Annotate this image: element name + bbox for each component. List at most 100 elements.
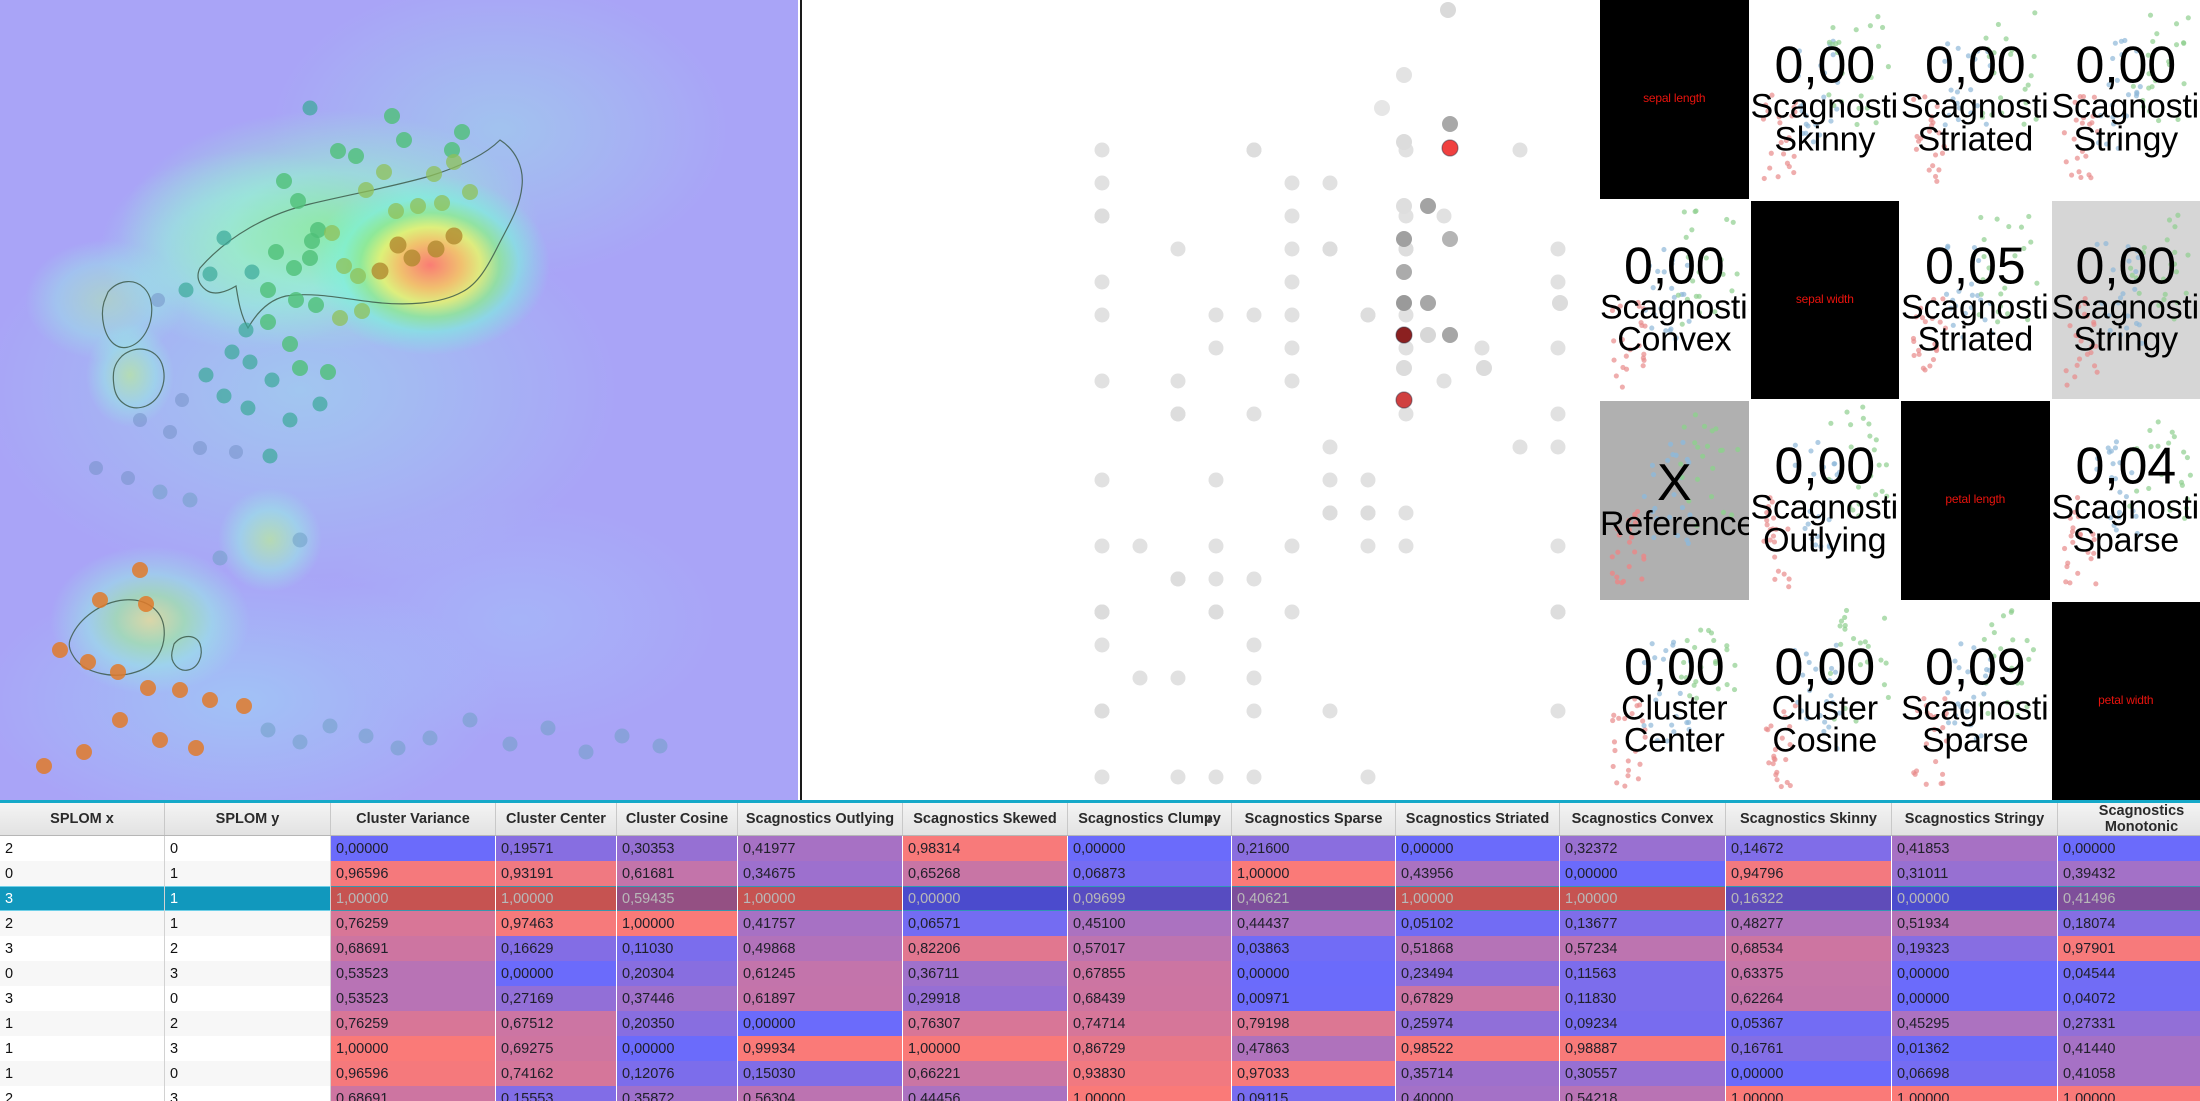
heatmap-point[interactable] bbox=[76, 744, 92, 760]
heatmap-point[interactable] bbox=[540, 720, 556, 736]
splom-cell-r3-c1[interactable]: 0,00 Cluster Cosine bbox=[1750, 601, 1899, 800]
table-cell-value[interactable]: 0,61897 bbox=[737, 986, 903, 1011]
table-cell-value[interactable]: 0,00000 bbox=[616, 1036, 738, 1061]
scatter-point[interactable] bbox=[1550, 340, 1566, 356]
heatmap-point[interactable] bbox=[308, 297, 324, 313]
table-cell-value[interactable]: 0,00000 bbox=[1395, 835, 1560, 861]
table-cell-value[interactable]: 0,27169 bbox=[495, 986, 617, 1011]
heatmap-point[interactable] bbox=[163, 425, 177, 439]
scatter-point[interactable] bbox=[1550, 241, 1566, 257]
table-cell-index[interactable]: 2 bbox=[164, 1011, 331, 1036]
table-cell-index[interactable]: 2 bbox=[164, 936, 331, 961]
table-cell-value[interactable]: 0,57017 bbox=[1067, 936, 1232, 961]
table-cell-value[interactable]: 0,41496 bbox=[2057, 886, 2200, 911]
heatmap-point[interactable] bbox=[260, 722, 276, 738]
heatmap-point[interactable] bbox=[332, 310, 348, 326]
heatmap-point[interactable] bbox=[502, 736, 518, 752]
scatter-point[interactable] bbox=[1246, 406, 1262, 422]
table-cell-index[interactable]: 0 bbox=[164, 835, 331, 861]
heatmap-point[interactable] bbox=[112, 712, 128, 728]
table-cell-value[interactable]: 0,04072 bbox=[2057, 986, 2200, 1011]
scatter-point[interactable] bbox=[1396, 67, 1412, 83]
heatmap-point[interactable] bbox=[350, 268, 366, 284]
scatter-point[interactable] bbox=[1374, 100, 1390, 116]
splom-cell-r2-c1[interactable]: 0,00Scagnostics Outlying bbox=[1750, 401, 1899, 600]
table-cell-value[interactable]: 0,16322 bbox=[1725, 886, 1892, 911]
scatter-point[interactable] bbox=[1208, 340, 1224, 356]
column-header-scagnostics-convex[interactable]: Scagnostics Convex bbox=[1559, 803, 1726, 836]
table-cell-value[interactable]: 0,35714 bbox=[1395, 1061, 1560, 1086]
table-cell-index[interactable]: 1 bbox=[0, 1036, 165, 1061]
table-cell-value[interactable]: 0,19571 bbox=[495, 835, 617, 861]
table-cell-value[interactable]: 0,21600 bbox=[1231, 835, 1396, 861]
column-header-scagnostics-outlying[interactable]: Scagnostics Outlying bbox=[737, 803, 903, 836]
table-cell-value[interactable]: 0,51934 bbox=[1891, 911, 2058, 936]
heatmap-point[interactable] bbox=[236, 698, 252, 714]
scatter-point[interactable] bbox=[1360, 505, 1376, 521]
heatmap-point[interactable] bbox=[262, 448, 278, 464]
table-cell-value[interactable]: 0,61681 bbox=[616, 861, 738, 886]
scatter-point[interactable] bbox=[1284, 307, 1300, 323]
table-cell-value[interactable]: 0,00000 bbox=[495, 961, 617, 986]
scatter-point[interactable] bbox=[1360, 472, 1376, 488]
table-cell-index[interactable]: 0 bbox=[164, 986, 331, 1011]
scatter-point[interactable] bbox=[1396, 360, 1412, 376]
heatmap-point[interactable] bbox=[384, 108, 400, 124]
splom-cell-r0-c2[interactable]: 0,00Scagnostics Striated bbox=[1901, 0, 2050, 199]
table-cell-value[interactable]: 0,20304 bbox=[616, 961, 738, 986]
scatter-point[interactable] bbox=[1550, 538, 1566, 554]
heatmap-point[interactable] bbox=[396, 132, 412, 148]
table-cell-value[interactable]: 0,41977 bbox=[737, 835, 903, 861]
scatter-point[interactable] bbox=[1284, 604, 1300, 620]
heatmap-point[interactable] bbox=[371, 262, 389, 280]
table-cell-value[interactable]: 0,39432 bbox=[2057, 861, 2200, 886]
table-cell-value[interactable]: 1,00000 bbox=[616, 911, 738, 936]
heatmap-point[interactable] bbox=[178, 282, 194, 298]
heatmap-point[interactable] bbox=[403, 249, 421, 267]
table-cell-value[interactable]: 0,66221 bbox=[902, 1061, 1068, 1086]
heatmap-point[interactable] bbox=[238, 322, 254, 338]
scatter-point[interactable] bbox=[1322, 175, 1338, 191]
heatmap-point[interactable] bbox=[358, 182, 374, 198]
heatmap-point[interactable] bbox=[240, 400, 256, 416]
table-cell-value[interactable]: 0,96596 bbox=[330, 861, 496, 886]
heatmap-point[interactable] bbox=[348, 148, 364, 164]
scatter-point[interactable] bbox=[1170, 670, 1186, 686]
scatter-point[interactable] bbox=[1170, 373, 1186, 389]
scatter-point[interactable] bbox=[1512, 439, 1528, 455]
column-header-scagnostics-skinny[interactable]: Scagnostics Skinny bbox=[1725, 803, 1892, 836]
scatter-point[interactable] bbox=[1284, 340, 1300, 356]
table-cell-value[interactable]: 0,93830 bbox=[1067, 1061, 1232, 1086]
scatter-point[interactable] bbox=[1284, 175, 1300, 191]
table-cell-value[interactable]: 0,01362 bbox=[1891, 1036, 2058, 1061]
table-cell-index[interactable]: 0 bbox=[164, 1061, 331, 1086]
table-row[interactable]: 2 1 0,76259 0,97463 1,00000 0,41757 0,06571 0,4… bbox=[0, 911, 2200, 936]
heatmap-point[interactable] bbox=[89, 461, 103, 475]
table-cell-value[interactable]: 0,03863 bbox=[1231, 936, 1396, 961]
table-row[interactable]: 3 2 0,68691 0,16629 0,11030 0,49868 0,82206 0,5… bbox=[0, 936, 2200, 961]
table-cell-value[interactable]: 0,16761 bbox=[1725, 1036, 1892, 1061]
heatmap-point[interactable] bbox=[462, 712, 478, 728]
table-cell-value[interactable]: 1,00000 bbox=[330, 886, 496, 911]
table-cell-value[interactable]: 0,20350 bbox=[616, 1011, 738, 1036]
table-cell-value[interactable]: 0,94796 bbox=[1725, 861, 1892, 886]
scatter-point[interactable] bbox=[1208, 538, 1224, 554]
scatter-point[interactable] bbox=[1246, 637, 1262, 653]
heatmap-point[interactable] bbox=[578, 744, 594, 760]
scatter-point[interactable] bbox=[1208, 307, 1224, 323]
scatter-point[interactable] bbox=[1442, 116, 1458, 132]
table-cell-value[interactable]: 0,44437 bbox=[1231, 911, 1396, 936]
scatter-point[interactable] bbox=[1474, 340, 1490, 356]
heatmap-point[interactable] bbox=[151, 293, 165, 307]
scatter-point[interactable] bbox=[1208, 604, 1224, 620]
scatter-point[interactable] bbox=[1395, 326, 1413, 344]
table-cell-value[interactable]: 0,97901 bbox=[2057, 936, 2200, 961]
table-row[interactable]: 3 1 1,00000 1,00000 0,59435 1,00000 0,00000 0,0… bbox=[0, 886, 2200, 911]
table-cell-value[interactable]: 0,16629 bbox=[495, 936, 617, 961]
table-cell-value[interactable]: 0,00000 bbox=[1891, 961, 2058, 986]
table-cell-value[interactable]: 0,47863 bbox=[1231, 1036, 1396, 1061]
table-row[interactable]: 1 0 0,96596 0,74162 0,12076 0,15030 0,66221 0,9… bbox=[0, 1061, 2200, 1086]
table-cell-value[interactable]: 0,31011 bbox=[1891, 861, 2058, 886]
scatter-point[interactable] bbox=[1550, 439, 1566, 455]
heatmap-point[interactable] bbox=[193, 441, 207, 455]
